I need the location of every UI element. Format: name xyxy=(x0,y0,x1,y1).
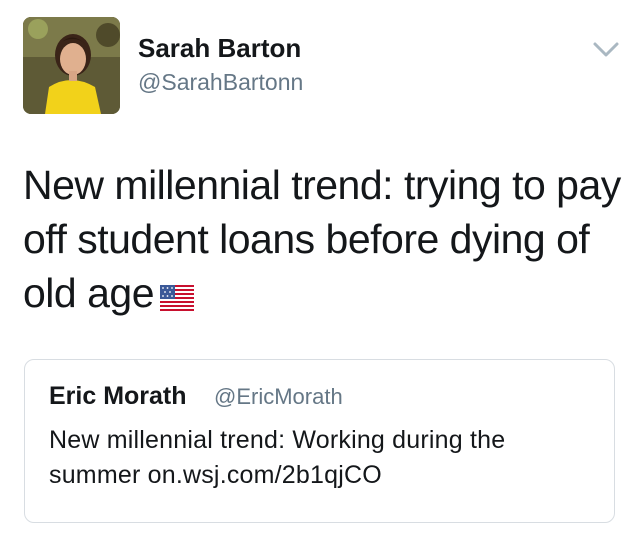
avatar[interactable] xyxy=(23,17,120,114)
quoted-author-display-name[interactable]: Eric Morath xyxy=(49,382,187,411)
tweet-text-line-part: old age xyxy=(23,270,155,316)
avatar-photo xyxy=(23,17,120,114)
quoted-tweet-text-line: New millennial trend: Working during the xyxy=(49,426,506,454)
us-flag-icon xyxy=(160,270,195,324)
quoted-tweet-text-line: summer on.wsj.com/2b1qjCO xyxy=(49,461,382,489)
tweet-text-line: off student loans before dying of xyxy=(23,216,590,262)
tweet-text: New millennial trend: trying to pay off … xyxy=(23,158,623,324)
author-handle[interactable]: @SarahBartonn xyxy=(138,69,303,96)
tweet-text-line: old age xyxy=(23,266,623,324)
author-display-name[interactable]: Sarah Barton xyxy=(138,33,301,64)
quoted-author-handle[interactable]: @EricMorath xyxy=(214,384,343,410)
quoted-tweet-card[interactable]: Eric Morath @EricMorath New millennial t… xyxy=(24,359,615,523)
tweet-text-line: New millennial trend: trying to pay xyxy=(23,162,621,208)
chevron-down-icon[interactable] xyxy=(592,40,620,60)
quoted-tweet-text: New millennial trend: Working during the… xyxy=(49,423,609,493)
